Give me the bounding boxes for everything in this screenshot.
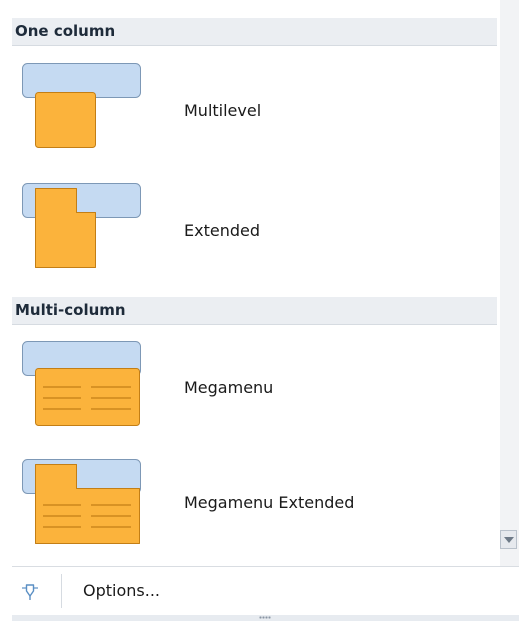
- options-button[interactable]: Options...: [83, 581, 160, 600]
- gallery-item-multilevel[interactable]: Multilevel: [12, 60, 497, 178]
- section-header-one-column: One column: [12, 18, 497, 46]
- scroll-down-button[interactable]: [500, 530, 517, 549]
- gallery-item-extended[interactable]: Extended: [12, 180, 497, 298]
- gallery-item-label: Multilevel: [184, 101, 262, 120]
- gallery-item-label: Extended: [184, 221, 260, 240]
- chevron-down-icon: [504, 537, 514, 543]
- resize-handle[interactable]: [12, 615, 519, 621]
- grip-icon: [259, 616, 271, 619]
- gallery-item-label: Megamenu: [184, 378, 274, 397]
- section-title: Multi-column: [15, 301, 126, 319]
- layout-extended-icon: [21, 182, 143, 268]
- footer-separator: [61, 574, 62, 608]
- gallery-item-megamenu-extended[interactable]: Megamenu Extended: [12, 456, 497, 574]
- pushpin-icon: [20, 582, 40, 602]
- section-header-multi-column: Multi-column: [12, 297, 497, 325]
- vertical-scrollbar[interactable]: [500, 0, 519, 566]
- section-title: One column: [15, 22, 116, 40]
- gallery-item-label: Megamenu Extended: [184, 493, 355, 512]
- layout-megamenu-extended-icon: [21, 458, 143, 544]
- options-footer: Options...: [12, 566, 519, 615]
- layout-multilevel-icon: [21, 62, 143, 148]
- gallery-item-megamenu[interactable]: Megamenu: [12, 338, 497, 456]
- layout-megamenu-icon: [21, 340, 143, 426]
- layout-gallery: One column Multilevel Extended Multi-col…: [12, 0, 497, 566]
